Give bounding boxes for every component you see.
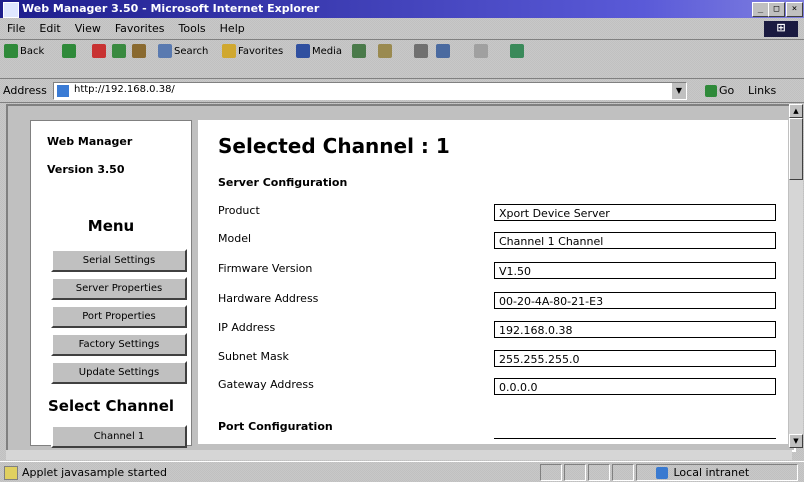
- channel-1-button[interactable]: Channel 1: [51, 425, 187, 448]
- hardware-address-field: 00-20-4A-80-21-E3: [494, 292, 776, 309]
- mail-icon: [378, 44, 392, 58]
- window-title: Web Manager 3.50 - Microsoft Internet Ex…: [22, 2, 320, 15]
- product-label: Product: [218, 204, 260, 217]
- scroll-up-icon[interactable]: ▲: [789, 104, 803, 118]
- media-icon: [296, 44, 310, 58]
- ip-address-field: 192.168.0.38: [494, 321, 776, 338]
- maximize-button[interactable]: □: [768, 2, 785, 17]
- stop-button[interactable]: [92, 44, 108, 60]
- hardware-address-label: Hardware Address: [218, 292, 319, 305]
- printer-icon: [414, 44, 428, 58]
- back-arrow-icon: [4, 44, 18, 58]
- serial-settings-button[interactable]: Serial Settings: [51, 249, 187, 272]
- edit-icon: [436, 44, 450, 58]
- page-title: Selected Channel : 1: [218, 134, 450, 158]
- status-text: Applet javasample started: [22, 466, 168, 479]
- minimize-button[interactable]: _: [752, 2, 769, 17]
- title-bar: Web Manager 3.50 - Microsoft Internet Ex…: [0, 0, 804, 18]
- ip-address-label: IP Address: [218, 321, 276, 334]
- port-properties-button[interactable]: Port Properties: [51, 305, 187, 328]
- scroll-thumb[interactable]: [789, 118, 803, 180]
- product-field: Xport Device Server: [494, 204, 776, 221]
- server-configuration-title: Server Configuration: [218, 176, 348, 189]
- home-button[interactable]: [132, 44, 148, 60]
- applet-status-icon: [4, 466, 18, 480]
- close-button[interactable]: ×: [786, 2, 803, 17]
- mail-button[interactable]: [378, 44, 394, 60]
- media-button[interactable]: Media: [296, 44, 342, 60]
- address-input[interactable]: http://192.168.0.38/ ▼: [53, 82, 687, 100]
- left-panel: Web Manager Version 3.50 Menu Serial Set…: [30, 120, 192, 448]
- vertical-scrollbar[interactable]: ▲ ▼: [789, 104, 803, 448]
- model-label: Model: [218, 232, 252, 245]
- app-name: Web Manager: [47, 135, 133, 148]
- search-icon: [158, 44, 172, 58]
- messenger-button[interactable]: [510, 44, 526, 60]
- menu-file[interactable]: File: [0, 19, 32, 35]
- subnet-mask-field: 255.255.255.0: [494, 350, 776, 367]
- divider: [494, 438, 776, 439]
- address-dropdown-icon[interactable]: ▼: [672, 83, 686, 99]
- status-pane: [564, 464, 586, 481]
- status-pane: [540, 464, 562, 481]
- menu-title: Menu: [87, 217, 135, 235]
- menu-tools[interactable]: Tools: [172, 19, 213, 35]
- menu-favorites[interactable]: Favorites: [108, 19, 172, 35]
- address-label: Address: [3, 84, 47, 97]
- update-settings-button[interactable]: Update Settings: [51, 361, 187, 384]
- forward-arrow-icon: [62, 44, 76, 58]
- firmware-version-label: Firmware Version: [218, 262, 313, 275]
- links-button[interactable]: Links: [748, 84, 776, 97]
- status-bar: Applet javasample started Local intranet: [0, 461, 804, 482]
- windows-logo-icon: ⊞: [764, 21, 798, 37]
- gateway-address-field: 0.0.0.0: [494, 378, 776, 395]
- discuss-button[interactable]: [474, 44, 490, 60]
- page-content: Web Manager Version 3.50 Menu Serial Set…: [6, 104, 796, 452]
- firmware-version-field: V1.50: [494, 262, 776, 279]
- address-bar: Address http://192.168.0.38/ ▼ Go Links: [0, 80, 804, 103]
- select-channel-title: Select Channel: [47, 397, 175, 415]
- model-field: Channel 1 Channel: [494, 232, 776, 249]
- discuss-icon: [474, 44, 488, 58]
- print-button[interactable]: [414, 44, 430, 60]
- messenger-icon: [510, 44, 524, 58]
- address-url: http://192.168.0.38/: [74, 84, 175, 95]
- port-configuration-title: Port Configuration: [218, 420, 333, 433]
- scroll-down-icon[interactable]: ▼: [789, 434, 803, 448]
- status-pane: [612, 464, 634, 481]
- ie-app-icon: [3, 2, 19, 18]
- edit-button[interactable]: [436, 44, 452, 60]
- menu-view[interactable]: View: [68, 19, 108, 35]
- subnet-mask-label: Subnet Mask: [218, 350, 289, 363]
- menu-help[interactable]: Help: [213, 19, 252, 35]
- history-button[interactable]: [352, 44, 368, 60]
- server-properties-button[interactable]: Server Properties: [51, 277, 187, 300]
- refresh-button[interactable]: [112, 44, 128, 60]
- toolbar: Back Search Favorites Media: [0, 40, 804, 79]
- refresh-icon: [112, 44, 126, 58]
- back-button[interactable]: Back: [4, 44, 44, 60]
- intranet-icon: [656, 467, 668, 479]
- horizontal-scrollbar[interactable]: [6, 450, 792, 460]
- security-zone: Local intranet: [656, 466, 749, 479]
- stop-icon: [92, 44, 106, 58]
- go-button[interactable]: Go: [705, 84, 734, 97]
- status-pane: [588, 464, 610, 481]
- factory-settings-button[interactable]: Factory Settings: [51, 333, 187, 356]
- favorites-button[interactable]: Favorites: [222, 44, 283, 60]
- go-arrow-icon: [705, 85, 717, 97]
- gateway-address-label: Gateway Address: [218, 378, 314, 391]
- star-icon: [222, 44, 236, 58]
- main-panel: Selected Channel : 1 Server Configuratio…: [198, 120, 788, 444]
- home-icon: [132, 44, 146, 58]
- menu-bar: File Edit View Favorites Tools Help ⊞: [0, 19, 804, 40]
- search-button[interactable]: Search: [158, 44, 208, 60]
- page-icon: [57, 85, 69, 97]
- menu-edit[interactable]: Edit: [32, 19, 67, 35]
- history-icon: [352, 44, 366, 58]
- app-version: Version 3.50: [47, 163, 125, 176]
- forward-button[interactable]: [62, 44, 78, 60]
